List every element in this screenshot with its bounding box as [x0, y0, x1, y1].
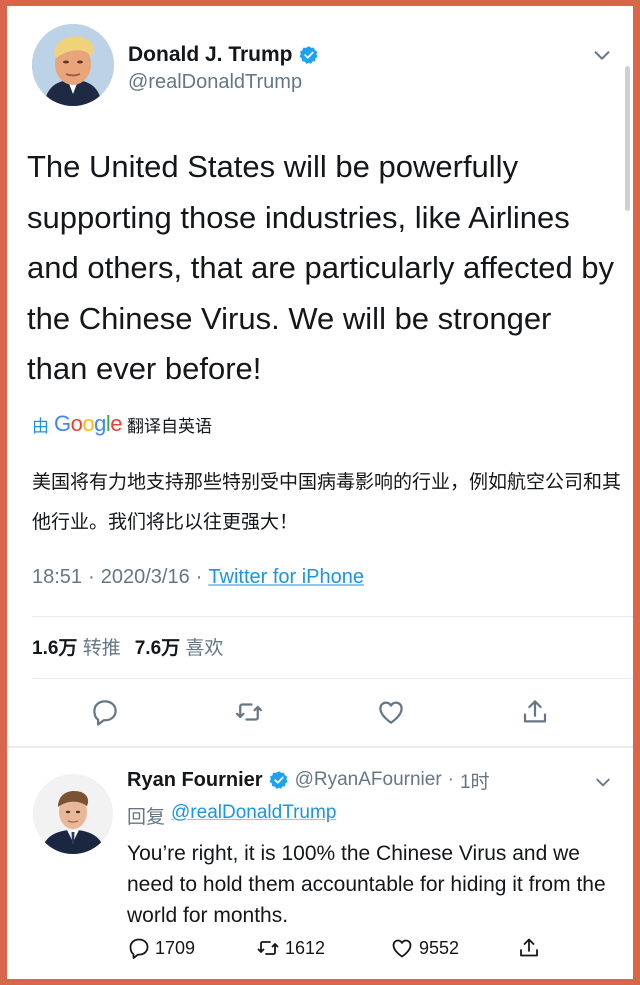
- chevron-down-icon[interactable]: [593, 772, 613, 792]
- reply-button[interactable]: [87, 694, 123, 730]
- meta-separator: ·: [195, 566, 203, 588]
- reply-share-button[interactable]: [517, 936, 541, 960]
- google-logo-text: Google: [54, 411, 123, 436]
- divider: [32, 616, 633, 617]
- retweet-icon: [236, 703, 262, 721]
- reply-icon: [93, 700, 117, 726]
- share-icon: [520, 938, 538, 957]
- translation-attribution[interactable]: 由 Google 翻译自英语: [32, 411, 212, 437]
- reply-header: Ryan Fournier @RyanAFournier · 1时: [127, 764, 613, 796]
- google-logo: Google: [54, 411, 123, 437]
- like-icon: [379, 701, 403, 724]
- verified-badge-icon: [299, 46, 318, 64]
- share-icon: [523, 700, 547, 723]
- chevron-down-icon[interactable]: [591, 44, 613, 66]
- reply-author-name[interactable]: Ryan Fournier: [127, 769, 263, 792]
- like-count: 9552: [419, 937, 460, 958]
- reply-like-button[interactable]: 9552: [389, 936, 459, 960]
- retweets-label: 转推: [82, 638, 121, 659]
- translate-prefix: 由: [32, 416, 49, 436]
- reply-time[interactable]: 1时: [460, 767, 490, 794]
- author-name[interactable]: Donald J. Trump: [128, 42, 319, 68]
- meta-separator: ·: [447, 769, 454, 790]
- likes-label: 喜欢: [185, 638, 224, 659]
- translate-suffix: 翻译自英语: [127, 416, 213, 436]
- tweet-meta: 18:51 · 2020/3/16 · Twitter for iPhone: [32, 566, 364, 589]
- tweet-stats: 1.6万 转推 7.6万 喜欢: [32, 633, 223, 660]
- tweet-date[interactable]: 2020/3/16: [101, 566, 190, 589]
- translated-text: 美国将有力地支持那些特别受中国病毒影响的行业，例如航空公司和其他行业。我们将比以…: [32, 472, 622, 533]
- reply-text: You’re right, it is 100% the Chinese Vir…: [127, 842, 606, 927]
- reply-icon: [129, 938, 149, 959]
- like-button[interactable]: [373, 694, 409, 730]
- reply-count: 1709: [155, 937, 196, 958]
- replying-to-mention[interactable]: @realDonaldTrump: [171, 802, 336, 829]
- tweet-action-bar: [7, 694, 633, 738]
- reply-reply-button[interactable]: 1709: [127, 936, 195, 960]
- author-name-text: Donald J. Trump: [128, 43, 293, 66]
- retweets-count: 1.6万: [32, 638, 78, 659]
- retweet-count: 1612: [285, 937, 326, 958]
- reply-action-bar: 1709 1612 9552: [127, 936, 613, 966]
- retweet-icon: [257, 941, 279, 955]
- divider: [7, 746, 633, 748]
- replying-to: 回复 @realDonaldTrump: [127, 802, 336, 829]
- likes-count: 7.6万: [134, 638, 181, 659]
- meta-separator: ·: [88, 566, 95, 588]
- likes-stat[interactable]: 7.6万 喜欢: [135, 633, 224, 660]
- scrollbar[interactable]: [625, 66, 630, 211]
- retweet-button[interactable]: [231, 694, 267, 730]
- like-icon: [392, 939, 412, 958]
- reply-avatar[interactable]: [33, 774, 113, 854]
- tweet-screenshot: Donald J. Trump @realDonaldTrump The Uni…: [7, 6, 633, 979]
- tweet-time[interactable]: 18:51: [32, 566, 82, 589]
- share-button[interactable]: [517, 694, 553, 730]
- avatar[interactable]: [32, 24, 114, 106]
- reply-retweet-button[interactable]: 1612: [255, 936, 325, 960]
- replying-to-label: 回复: [127, 807, 166, 828]
- tweet-text: The United States will be powerfully sup…: [27, 149, 615, 386]
- retweets-stat[interactable]: 1.6万 转推: [32, 633, 121, 660]
- divider: [32, 678, 633, 679]
- tweet-header: Donald J. Trump @realDonaldTrump: [32, 24, 613, 109]
- author-handle[interactable]: @realDonaldTrump: [128, 68, 319, 96]
- tweet-source-link[interactable]: Twitter for iPhone: [208, 566, 364, 589]
- reply-author-handle[interactable]: @RyanAFournier: [295, 769, 442, 791]
- verified-badge-icon: [269, 771, 288, 789]
